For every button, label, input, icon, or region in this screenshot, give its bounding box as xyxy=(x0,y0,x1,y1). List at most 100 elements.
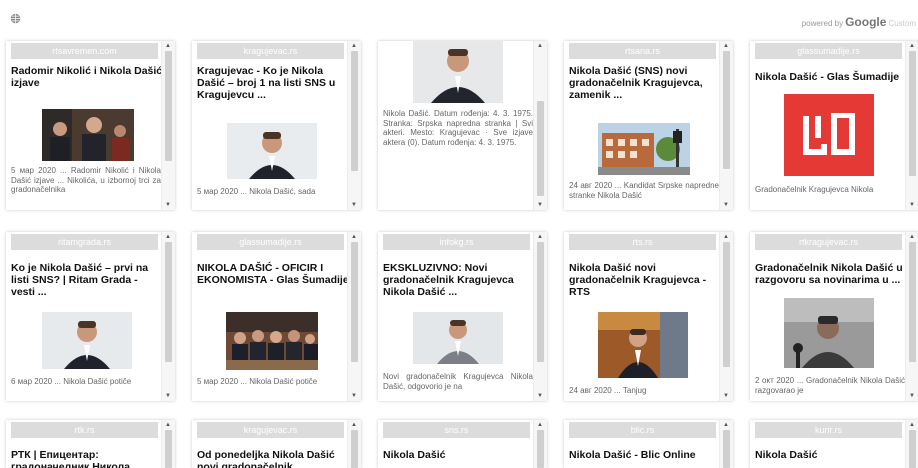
card-source: sns.rs xyxy=(383,422,530,438)
card-source: kragujevac.rs xyxy=(197,43,344,59)
group-photo-icon[interactable] xyxy=(226,312,318,370)
scroll-down-icon[interactable]: ▼ xyxy=(723,202,729,208)
portrait-icon[interactable] xyxy=(227,123,317,179)
portrait-icon[interactable] xyxy=(42,312,132,369)
scroll-down-icon[interactable]: ▼ xyxy=(351,393,357,399)
card-scrollbar[interactable]: ▲ xyxy=(905,420,918,468)
card-source: infokg.rs xyxy=(383,234,530,250)
result-card-8[interactable]: infokg.rs EKSKLUZIVNO: Novi gradonačelni… xyxy=(378,232,547,401)
card-snippet: 5 мар 2020 ... Nikola Dašić potiče xyxy=(197,377,318,386)
scroll-up-icon[interactable]: ▲ xyxy=(723,43,729,49)
scroll-up-icon[interactable]: ▲ xyxy=(909,234,915,240)
card-title[interactable]: Nikola Dašić novi gradonačelnik Kragujev… xyxy=(569,262,721,298)
card-scrollbar[interactable]: ▲ ▼ xyxy=(719,41,733,210)
result-card-15[interactable]: kurir.rs Nikola Dašić ▲ xyxy=(750,420,918,468)
card-snippet: 24 авг 2020 ... Kandidat Srpske napredne… xyxy=(569,181,719,200)
card-title[interactable]: EKSKLUZIVNO: Novi gradonačelnik Kragujev… xyxy=(383,262,535,298)
card-source: rts.rs xyxy=(569,234,716,250)
card-source: rtkragujevac.rs xyxy=(755,234,902,250)
card-scrollbar[interactable]: ▲ ▼ xyxy=(161,41,175,210)
card-scrollbar[interactable]: ▲ xyxy=(719,420,733,468)
card-scrollbar[interactable]: ▲ ▼ xyxy=(905,232,918,401)
result-card-2[interactable]: kragujevac.rs Kragujevac - Ko je Nikola … xyxy=(192,41,361,210)
result-card-9[interactable]: rts.rs Nikola Dašić novi gradonačelnik K… xyxy=(564,232,733,401)
card-title[interactable]: Ko je Nikola Dašić – prvi na listi SNS? … xyxy=(11,262,163,298)
scroll-down-icon[interactable]: ▼ xyxy=(351,202,357,208)
result-card-7[interactable]: glassumadije.rs NIKOLA DAŠIĆ - OFICIR I … xyxy=(192,232,361,401)
scroll-up-icon[interactable]: ▲ xyxy=(165,234,171,240)
scroll-down-icon[interactable]: ▼ xyxy=(909,393,915,399)
card-source: kurir.rs xyxy=(755,422,902,438)
scroll-up-icon[interactable]: ▲ xyxy=(165,43,171,49)
card-source: ritamgrada.rs xyxy=(11,234,158,250)
scroll-down-icon[interactable]: ▼ xyxy=(537,393,543,399)
card-title[interactable]: Nikola Dašić - Glas Šumadije xyxy=(755,71,907,83)
result-card-14[interactable]: blic.rs Nikola Dašić - Blic Online ▲ xyxy=(564,420,733,468)
card-snippet: 5 мар 2020 ... Radomir Nikolić i Nikola … xyxy=(11,166,161,195)
result-card-13[interactable]: sns.rs Nikola Dašić ▲ xyxy=(378,420,547,468)
speech-photo-icon[interactable] xyxy=(598,312,688,378)
scroll-up-icon[interactable]: ▲ xyxy=(165,422,171,428)
card-title[interactable]: Gradonačelnik Nikola Dašić u razgovoru s… xyxy=(755,262,907,286)
custom-search-text: Custom xyxy=(888,19,916,28)
mic-photo-icon[interactable] xyxy=(784,298,874,368)
portrait-icon[interactable] xyxy=(413,312,503,364)
scroll-down-icon[interactable]: ▼ xyxy=(537,202,543,208)
result-card-3[interactable]: Nikola Dašić. Datum rođenja: 4. 3. 1975.… xyxy=(378,41,547,210)
scroll-down-icon[interactable]: ▼ xyxy=(909,202,915,208)
card-title[interactable]: NIKOLA DAŠIĆ - OFICIR I EKONOMISTA - Gla… xyxy=(197,262,349,286)
scroll-down-icon[interactable]: ▼ xyxy=(165,202,171,208)
scroll-up-icon[interactable]: ▲ xyxy=(909,422,915,428)
scroll-up-icon[interactable]: ▲ xyxy=(351,422,357,428)
scroll-up-icon[interactable]: ▲ xyxy=(723,422,729,428)
card-source: rtsavremen.com xyxy=(11,43,158,59)
result-card-1[interactable]: rtsavremen.com Radomir Nikolić i Nikola … xyxy=(6,41,175,210)
result-card-6[interactable]: ritamgrada.rs Ko je Nikola Dašić – prvi … xyxy=(6,232,175,401)
result-card-4[interactable]: rtsana.rs Nikola Dašić (SNS) novi gradon… xyxy=(564,41,733,210)
card-title[interactable]: Nikola Dašić xyxy=(755,449,907,461)
scroll-down-icon[interactable]: ▼ xyxy=(165,393,171,399)
scroll-up-icon[interactable]: ▲ xyxy=(723,234,729,240)
building-photo-icon[interactable] xyxy=(598,123,690,175)
card-snippet: 2 окт 2020 ... Gradonačelnik Nikola Daši… xyxy=(755,376,905,395)
card-title[interactable]: Kragujevac - Ko je Nikola Dašić – broj 1… xyxy=(197,65,349,101)
card-scrollbar[interactable]: ▲ ▼ xyxy=(347,232,361,401)
result-card-11[interactable]: rtk.rs РТК | Епицентар: градоначелник Ни… xyxy=(6,420,175,468)
powered-by-google: powered by Google Custom xyxy=(802,15,916,29)
card-scrollbar[interactable]: ▲ xyxy=(161,420,175,468)
card-title[interactable]: РТК | Епицентар: градоначелник Никола xyxy=(11,449,163,468)
scroll-down-icon[interactable]: ▼ xyxy=(723,393,729,399)
card-scrollbar[interactable]: ▲ ▼ xyxy=(347,41,361,210)
card-source: kragujevac.rs xyxy=(197,422,344,438)
portrait-icon[interactable] xyxy=(413,41,503,103)
card-scrollbar[interactable]: ▲ ▼ xyxy=(533,41,547,210)
card-snippet: Gradonačelnik Kragujevca Nikola xyxy=(755,185,874,194)
card-snippet: 6 мар 2020 ... Nikola Dašić potiče xyxy=(11,377,132,386)
scroll-up-icon[interactable]: ▲ xyxy=(909,43,915,49)
scroll-up-icon[interactable]: ▲ xyxy=(351,43,357,49)
scroll-up-icon[interactable]: ▲ xyxy=(351,234,357,240)
photo-men-icon[interactable] xyxy=(42,109,134,161)
result-card-12[interactable]: kragujevac.rs Od ponedeljka Nikola Dašić… xyxy=(192,420,361,468)
card-title[interactable]: Nikola Dašić - Blic Online xyxy=(569,449,721,461)
card-scrollbar[interactable]: ▲ ▼ xyxy=(719,232,733,401)
card-title[interactable]: Od ponedeljka Nikola Dašić novi gradonač… xyxy=(197,449,349,468)
card-scrollbar[interactable]: ▲ ▼ xyxy=(161,232,175,401)
card-scrollbar[interactable]: ▲ xyxy=(347,420,361,468)
gs-logo-icon[interactable] xyxy=(784,94,874,176)
card-scrollbar[interactable]: ▲ xyxy=(533,420,547,468)
card-title[interactable]: Nikola Dašić (SNS) novi gradonačelnik Kr… xyxy=(569,65,721,101)
powered-by-text: powered by xyxy=(801,19,844,28)
scroll-up-icon[interactable]: ▲ xyxy=(537,234,543,240)
card-title[interactable]: Radomir Nikolić i Nikola Dašić izjave xyxy=(11,65,163,89)
globe-icon[interactable] xyxy=(10,13,21,24)
scroll-up-icon[interactable]: ▲ xyxy=(537,422,543,428)
result-card-10[interactable]: rtkragujevac.rs Gradonačelnik Nikola Daš… xyxy=(750,232,918,401)
card-title[interactable]: Nikola Dašić xyxy=(383,449,535,461)
card-scrollbar[interactable]: ▲ ▼ xyxy=(533,232,547,401)
card-source: rtk.rs xyxy=(11,422,158,438)
scroll-up-icon[interactable]: ▲ xyxy=(537,43,543,49)
google-logo: Google xyxy=(845,15,887,29)
card-scrollbar[interactable]: ▲ ▼ xyxy=(905,41,918,210)
result-card-5[interactable]: glassumadije.rs Nikola Dašić - Glas Šuma… xyxy=(750,41,918,210)
